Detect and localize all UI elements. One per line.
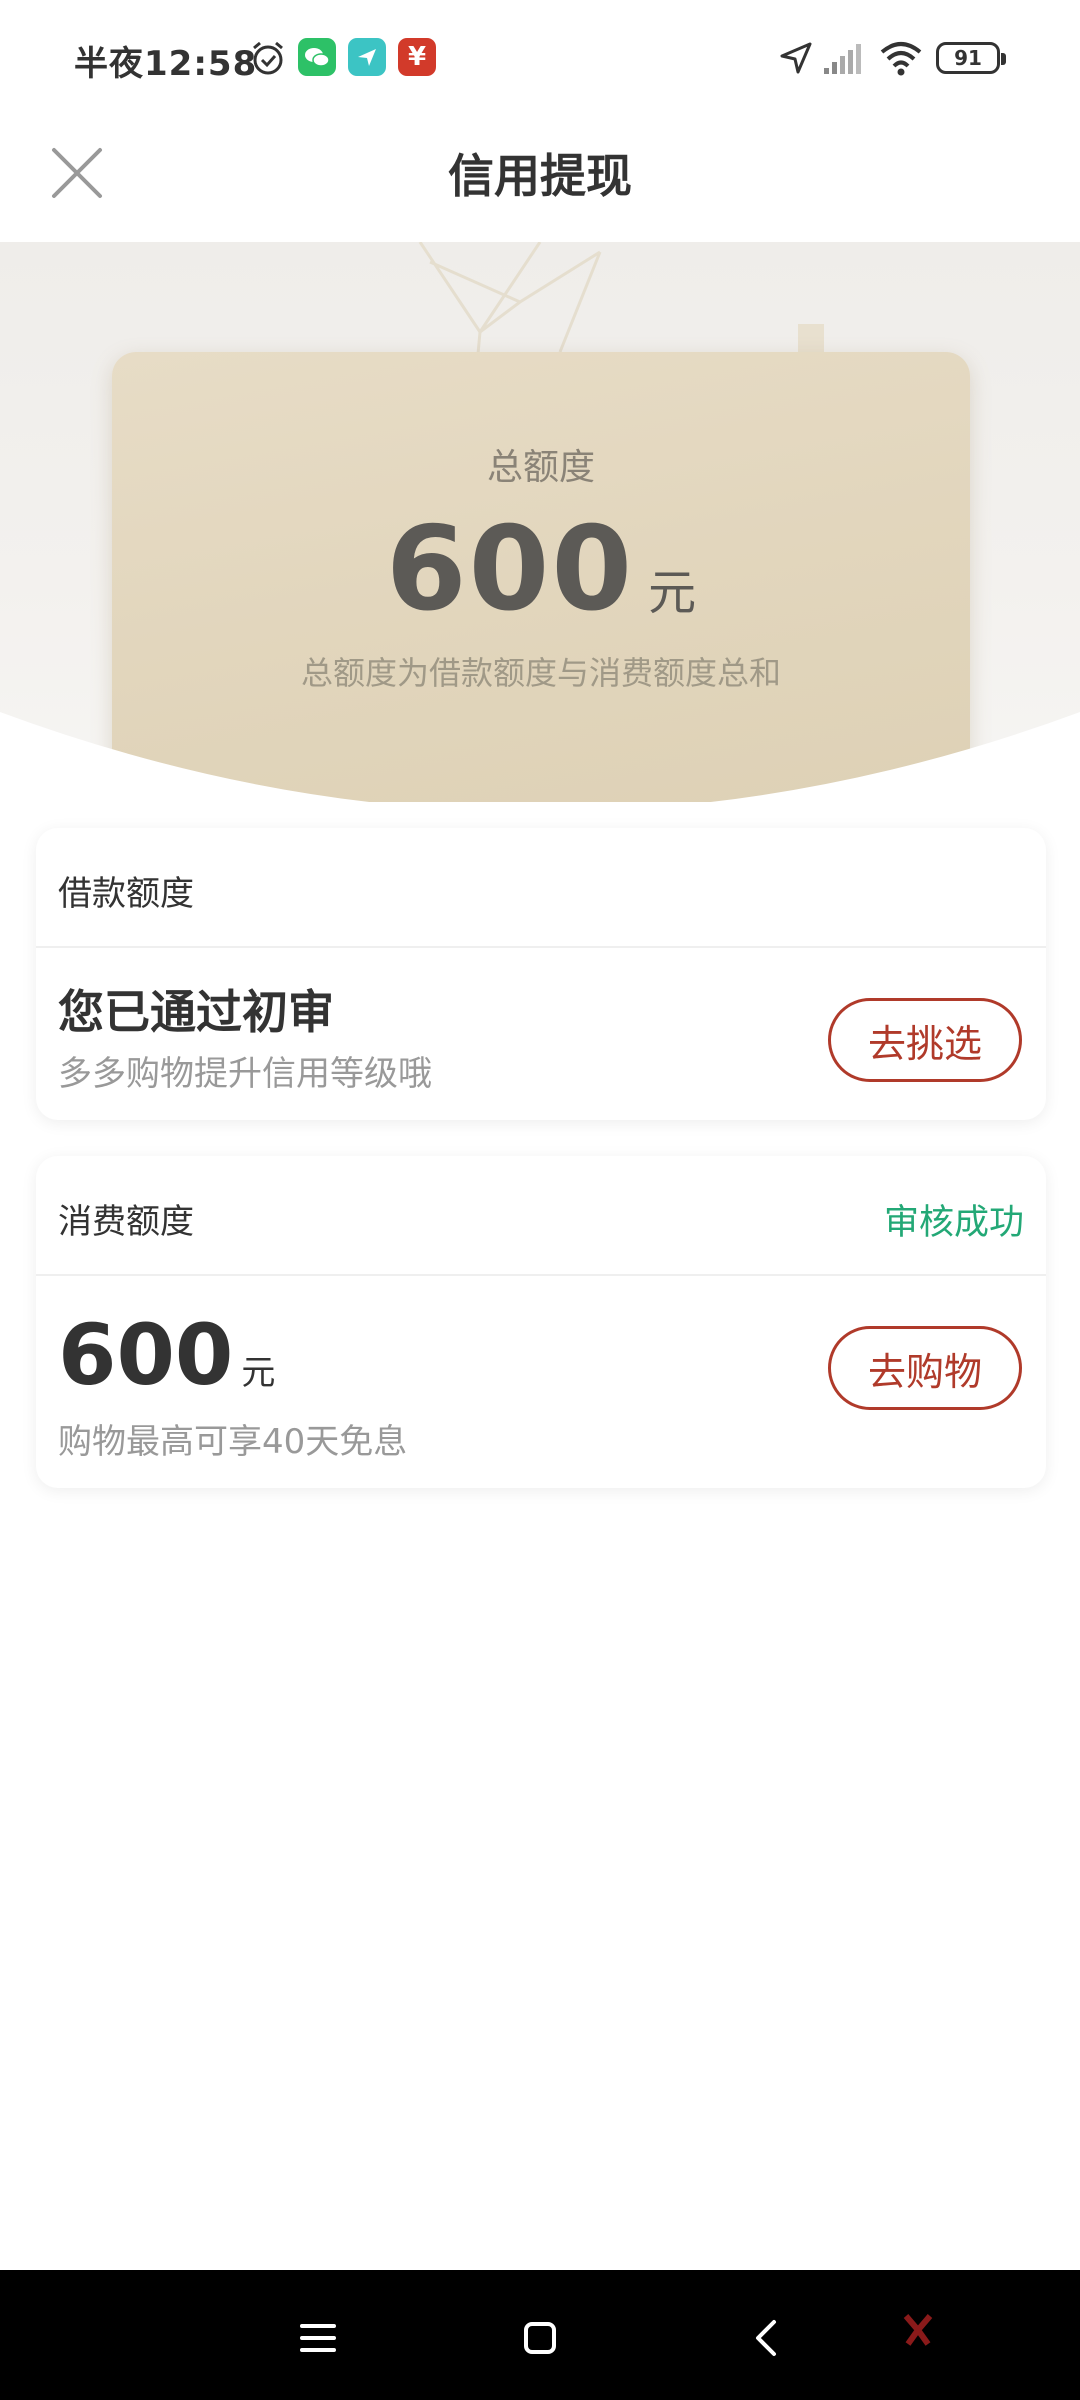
home-icon[interactable]: [510, 2308, 570, 2368]
hero-curve: [0, 712, 1080, 802]
system-nav-bar: [0, 2270, 1080, 2400]
watermark-icon: [903, 2314, 933, 2346]
loan-subtext: 多多购物提升信用等级哦: [58, 1054, 432, 1094]
consumption-panel-header: 消费额度 审核成功: [36, 1156, 1046, 1276]
signal-icon: [824, 44, 861, 74]
select-button[interactable]: 去挑选: [828, 998, 1022, 1082]
send-app-icon: [348, 38, 386, 76]
loan-panel-title: 借款额度: [58, 874, 194, 914]
consumption-amount-value: 600: [58, 1306, 234, 1404]
loan-panel-header: 借款额度: [36, 828, 1046, 948]
location-icon: [780, 42, 812, 74]
back-icon[interactable]: [738, 2308, 798, 2368]
loan-credit-panel: 借款额度 您已通过初审 多多购物提升信用等级哦 去挑选: [36, 828, 1046, 1120]
status-bar: 半夜12:58 ¥ 91: [0, 0, 1080, 110]
consumption-credit-panel: 消费额度 审核成功 600 元 购物最高可享40天免息 去购物: [36, 1156, 1046, 1488]
alarm-icon: [253, 41, 283, 75]
loan-headline: 您已通过初审: [58, 985, 334, 1039]
consumption-amount-unit: 元: [241, 1353, 276, 1393]
battery-icon: 91: [936, 42, 1006, 74]
shop-button[interactable]: 去购物: [828, 1326, 1022, 1410]
header: 信用提现: [0, 110, 1080, 243]
consumption-amount: 600 元: [58, 1306, 275, 1404]
status-badge: 审核成功: [883, 1203, 1024, 1243]
wifi-icon: [880, 42, 922, 76]
wechat-icon: [298, 38, 336, 76]
consumption-subtext: 购物最高可享40天免息: [58, 1422, 408, 1462]
hero-section: 总额度 600 元 总额度为借款额度与消费额度总和: [0, 242, 1080, 802]
consumption-panel-title: 消费额度: [58, 1202, 194, 1242]
menu-icon[interactable]: [288, 2308, 348, 2368]
status-time: 半夜12:58: [74, 44, 258, 84]
red-app-icon: ¥: [398, 38, 436, 76]
watermark-logo: [902, 2310, 1022, 2360]
page-title: 信用提现: [448, 149, 632, 203]
